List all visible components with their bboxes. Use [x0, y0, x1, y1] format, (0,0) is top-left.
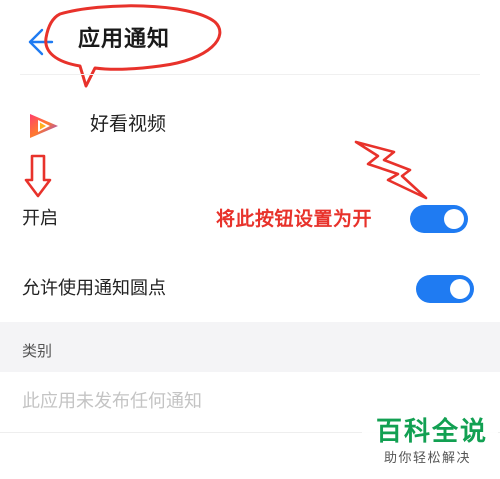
- enable-notifications-toggle[interactable]: [410, 205, 468, 233]
- watermark-logo: 百科全说 助你轻松解决: [362, 410, 498, 476]
- setting-label-enable: 开启: [22, 208, 58, 229]
- notification-dot-toggle[interactable]: [416, 275, 474, 303]
- setting-row-badge[interactable]: 允许使用通知圆点: [0, 270, 500, 310]
- page-title: 应用通知: [78, 27, 171, 52]
- annotation-text: 将此按钮设置为开: [216, 208, 373, 230]
- app-name: 好看视频: [90, 113, 167, 135]
- category-header: 类别: [22, 342, 53, 360]
- category-section-band: [0, 322, 500, 372]
- lightning-annotation-icon: [354, 140, 428, 200]
- toggle-knob: [450, 279, 470, 299]
- setting-label-badge: 允许使用通知圆点: [22, 278, 166, 299]
- down-arrow-annotation-icon: [24, 154, 52, 198]
- watermark-title: 百科全说: [376, 417, 489, 447]
- haokan-video-logo-icon: [30, 114, 58, 138]
- back-arrow-icon[interactable]: [20, 24, 56, 60]
- empty-notifications-message: 此应用未发布任何通知: [22, 391, 202, 412]
- watermark-subtitle: 助你轻松解决: [384, 451, 472, 466]
- app-header: 应用通知: [0, 0, 500, 88]
- setting-row-enable[interactable]: 开启 将此按钮设置为开: [0, 200, 500, 240]
- header-divider: [20, 74, 480, 75]
- toggle-knob: [444, 209, 464, 229]
